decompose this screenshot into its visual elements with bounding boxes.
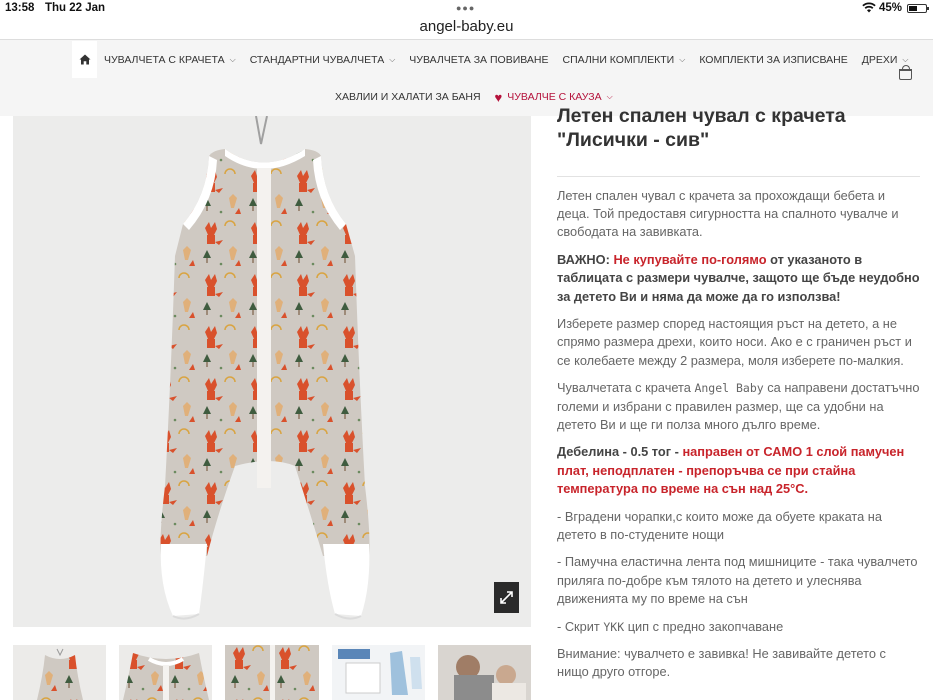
wifi-icon (862, 2, 876, 16)
thickness-dash: - (671, 444, 683, 460)
thickness-label: Дебелина - 0.5 тог (557, 444, 672, 460)
thumbnail-1[interactable] (13, 645, 107, 700)
product-title-line2: "Лисички - сив" (557, 129, 710, 151)
chevron-down-icon: ⌵ (679, 54, 686, 64)
desc-thickness: Дебелина - 0.5 тог - направен от САМО 1 … (557, 443, 920, 498)
thumbnail-3[interactable] (225, 645, 319, 700)
nav-item-label: ДРЕХИ (861, 53, 898, 66)
nav-item-label: ХАВЛИИ И ХАЛАТИ ЗА БАНЯ (335, 91, 481, 103)
shopping-bag-icon[interactable] (899, 65, 912, 80)
battery-percent: 45% (879, 2, 903, 14)
nav-item-towels-robes[interactable]: ХАВЛИИ И ХАЛАТИ ЗА БАНЯ (328, 91, 488, 103)
chevron-down-icon: ⌵ (389, 54, 396, 64)
zip-text-a: - Скрит (557, 618, 600, 634)
url-text[interactable]: angel-baby.eu (420, 18, 514, 35)
nav-item-swaddle-bags[interactable]: ЧУВАЛЧЕТА ЗА ПОВИВАНЕ (402, 41, 555, 78)
nav-item-label: ЧУВАЛЧЕ С КАУЗА (507, 91, 602, 103)
zip-brand: YKK (603, 619, 625, 634)
important-label: ВАЖНО: (557, 252, 610, 268)
brand-name: Angel Baby (694, 381, 764, 396)
battery-icon (907, 4, 929, 13)
brand-text-a: Чувалчетата с крачета (557, 380, 691, 396)
product-title-line1: Летен спален чувал с крачета (557, 105, 846, 127)
desc-important: ВАЖНО: Не купувайте по-голямо от указано… (557, 251, 920, 306)
nav-item-bedding-sets[interactable]: СПАЛНИ КОМПЛЕКТИ ⌵ (556, 41, 693, 78)
chevron-down-icon: ⌵ (606, 92, 613, 101)
heart-icon: ♥ (494, 89, 503, 105)
home-icon[interactable] (72, 41, 97, 78)
nav-item-cause-bag[interactable]: ♥ ЧУВАЛЧЕ С КАУЗА ⌵ (488, 90, 620, 105)
thumbnail-5[interactable] (437, 645, 532, 700)
nav-item-discharge-sets[interactable]: КОМПЛЕКТИ ЗА ИЗПИСВАНЕ (692, 41, 854, 78)
zip-text-b: цип с предно закопчаване (627, 618, 784, 634)
chevron-down-icon: ⌵ (902, 54, 909, 64)
main-nav: ЧУВАЛЧЕТА С КРАЧЕТА ⌵ СТАНДАРТНИ ЧУВАЛЧЕТ… (72, 41, 915, 78)
thumbnail-gallery (13, 645, 532, 700)
desc-feature-band: - Памучна еластична лента под мишниците … (557, 554, 918, 606)
nav-item-label: ЧУВАЛЧЕТА С КРАЧЕТА (104, 53, 225, 66)
nav-item-standard-sleeping-bags[interactable]: СТАНДАРТНИ ЧУВАЛЧЕТА ⌵ (243, 41, 403, 78)
important-warning: Не купувайте по-голямо (613, 252, 767, 268)
desc-warning: Внимание: чувалчето е завивка! Не завива… (557, 646, 886, 680)
title-divider (557, 176, 920, 177)
status-date: Thu 22 Jan (45, 2, 106, 14)
thumbnail-4[interactable] (331, 645, 425, 700)
chevron-down-icon: ⌵ (229, 54, 236, 64)
product-description: Летен спален чувал с крачета за прохожда… (557, 187, 920, 691)
nav-item-label: КОМПЛЕКТИ ЗА ИЗПИСВАНЕ (699, 53, 848, 66)
thumbnail-2[interactable] (119, 645, 213, 700)
nav-item-label: СПАЛНИ КОМПЛЕКТИ (562, 53, 675, 66)
expand-icon[interactable] (494, 582, 519, 613)
nav-item-label: СТАНДАРТНИ ЧУВАЛЧЕТА (249, 53, 385, 66)
nav-item-sleeping-bags-with-legs[interactable]: ЧУВАЛЧЕТА С КРАЧЕТА ⌵ (97, 41, 243, 78)
status-bar: 13:58 Thu 22 Jan ●●● 45% (0, 0, 933, 16)
multitasking-dots-icon[interactable]: ●●● (456, 3, 475, 13)
address-bar[interactable]: angel-baby.eu (0, 16, 933, 39)
desc-intro: Летен спален чувал с крачета за прохожда… (557, 188, 899, 240)
desc-brand: Чувалчетата с крачета Angel Baby са напр… (557, 379, 920, 434)
product-main-image[interactable] (13, 116, 531, 627)
nav-item-label: ЧУВАЛЧЕТА ЗА ПОВИВАНЕ (409, 53, 549, 66)
status-time: 13:58 (5, 2, 35, 14)
desc-feature-zip: - Скрит YKK цип с предно закопчаване (557, 618, 920, 636)
desc-feature-socks: - Вградени чорапки,с които може да обует… (557, 508, 882, 542)
sleeping-bag-illustration (160, 116, 370, 620)
product-title: Летен спален чувал с крачета "Лисички - … (557, 104, 917, 152)
desc-size-advice: Изберете размер според настоящия ръст на… (557, 316, 912, 368)
